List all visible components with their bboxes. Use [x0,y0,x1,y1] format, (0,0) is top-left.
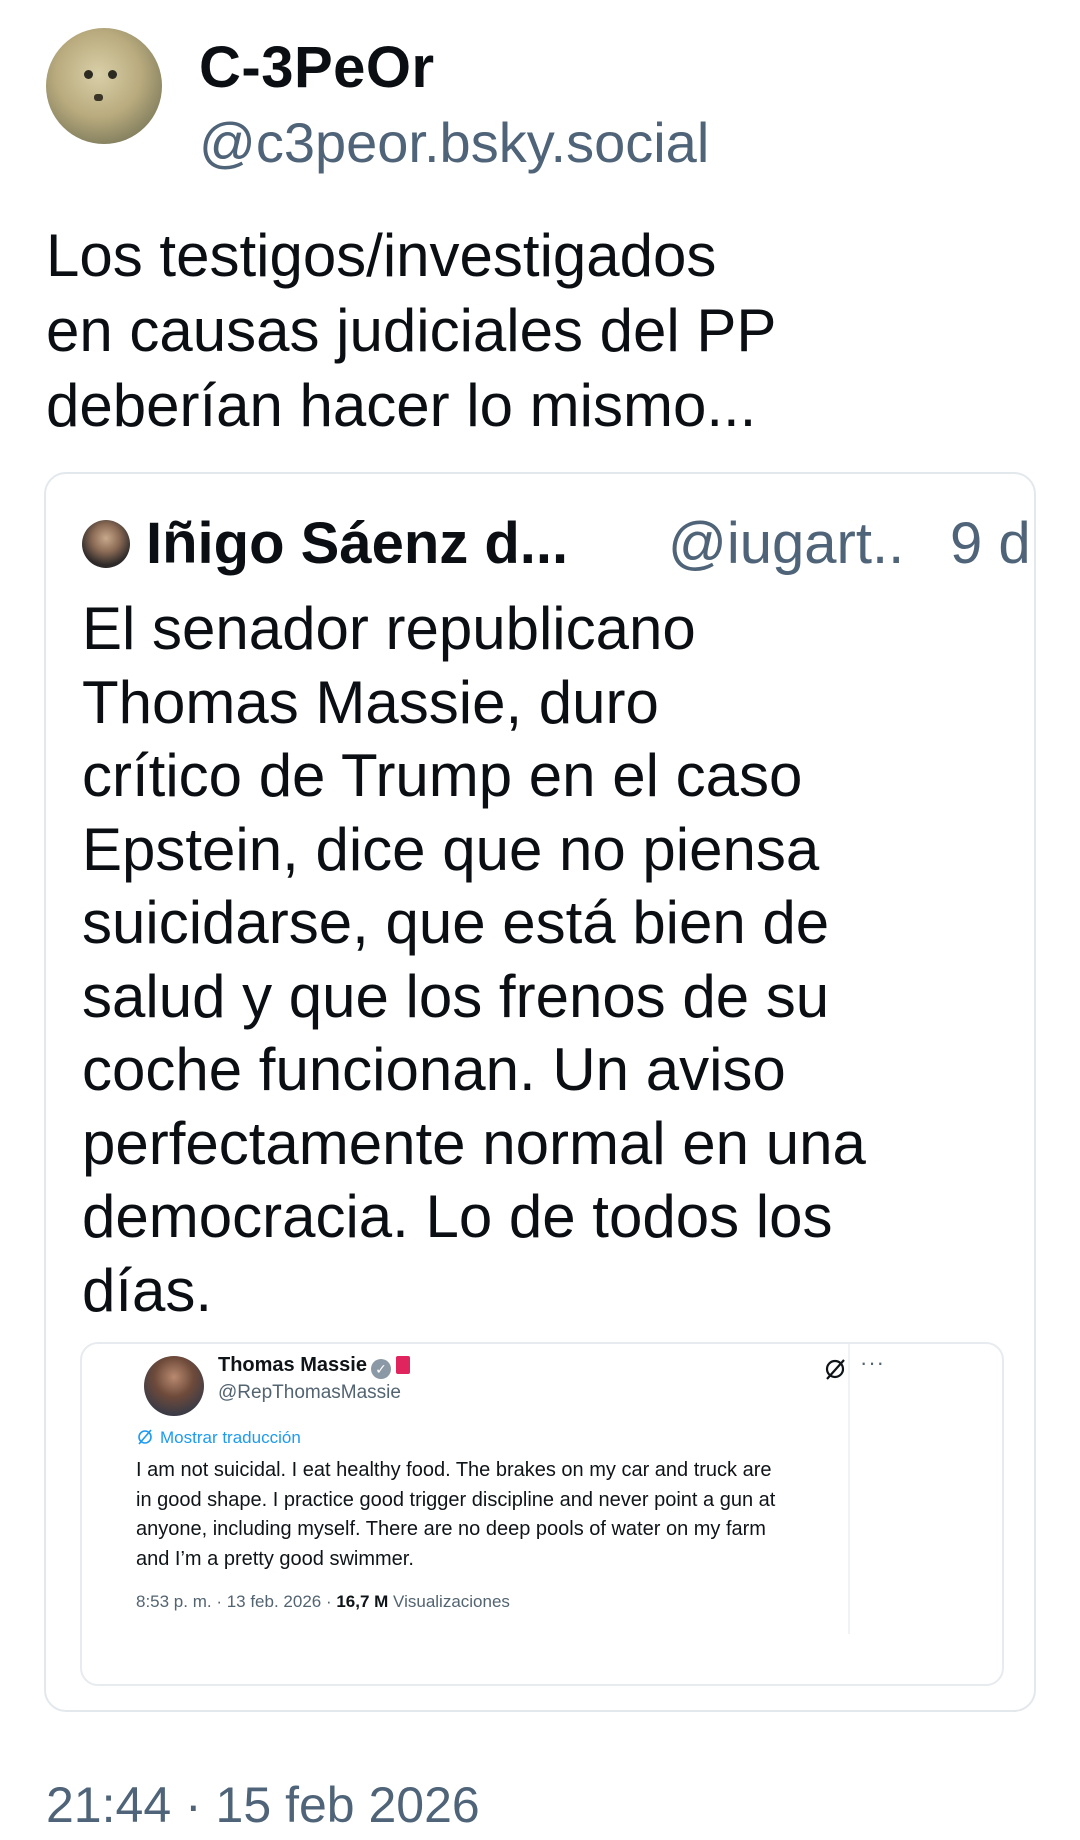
quoted-text-line: crítico de Trump en el caso [82,742,803,809]
quoted-text-line: coche funcionan. Un aviso [82,1036,786,1103]
translate-icon [138,1429,152,1445]
avatar-mouth [94,94,103,101]
tweet-time-date: 8:53 p. m. · 13 feb. 2026 · [136,1592,337,1611]
quoted-text-line: suicidarse, que está bien de [82,889,830,956]
quoted-author-handle[interactable]: @iugart.. [668,510,904,577]
post-text-line: deberían hacer lo mismo... [46,372,757,439]
flag-icon [395,1356,410,1374]
quoted-text-line: salud y que los frenos de su [82,962,830,1030]
author-display-name[interactable]: C-3PeOr [199,34,435,101]
avatar-eye [84,70,93,79]
tweet-text: I am not suicidal. I eat healthy food. T… [136,1456,836,1574]
grok-icon [825,1359,845,1380]
post-timestamp: 21:44 · 15 feb 2026 [46,1777,480,1833]
quoted-post-text: El senador republicano Thomas Massie, du… [82,592,1012,1327]
embedded-tweet: Thomas Massie ✓ @RepThomasMassie ··· Most… [82,1344,1002,1684]
tweet-text-line: I am not suicidal. I eat healthy food. T… [136,1459,772,1481]
translate-link: Mostrar traducción [136,1428,301,1448]
author-handle[interactable]: @c3peor.bsky.social [199,110,709,175]
tweet-meta: 8:53 p. m. · 13 feb. 2026 · 16,7 M Visua… [136,1592,510,1612]
quoted-author-avatar[interactable] [82,520,130,568]
quoted-text-line: días. [82,1256,213,1324]
tweet-text-line: anyone, including myself. There are no d… [136,1518,766,1540]
tweet-text-line: in good shape. I practice good trigger d… [136,1488,776,1511]
quoted-author-name[interactable]: Iñigo Sáenz d... [146,510,568,577]
quoted-post-header: Iñigo Sáenz d... @iugart.. 9 d [82,510,1032,580]
verified-badge-icon: ✓ [370,1359,391,1379]
quoted-text-line: Epstein, dice que no piensa [82,815,820,883]
tweet-author-handle: @RepThomasMassie [218,1382,401,1403]
author-avatar[interactable] [46,28,162,144]
post-text-line: en causas judiciales del PP [46,297,777,364]
quoted-post-time: 9 d [950,511,1031,576]
translate-label: Mostrar traducción [160,1428,301,1447]
tweet-views-label: Visualizaciones [388,1592,510,1611]
tweet-views-count: 16,7 M [336,1592,389,1611]
tweet-author-name: Thomas Massie [218,1354,367,1376]
quoted-text-line: El senador republicano [82,595,696,662]
post-text-line: Los testigos/investigados [46,222,717,289]
quoted-text-line: Thomas Massie, duro [82,668,659,736]
tweet-author-name-row: Thomas Massie ✓ [218,1354,410,1379]
quoted-post-card[interactable]: Iñigo Sáenz d... @iugart.. 9 d El senado… [44,472,1036,1712]
tweet-author-avatar [144,1356,204,1416]
avatar-eye [108,70,117,79]
post-text: Los testigos/investigados en causas judi… [46,218,1026,443]
post-header: C-3PeOr @c3peor.bsky.social [46,28,1036,174]
quoted-text-line: perfectamente normal en una [82,1109,866,1177]
embedded-tweet-image[interactable]: Thomas Massie ✓ @RepThomasMassie ··· Most… [80,1342,1004,1686]
divider [848,1344,850,1634]
tweet-text-line: and I’m a pretty good swimmer. [136,1547,414,1570]
more-icon: ··· [860,1350,885,1375]
quoted-text-line: democracia. Lo de todos los [82,1183,833,1250]
